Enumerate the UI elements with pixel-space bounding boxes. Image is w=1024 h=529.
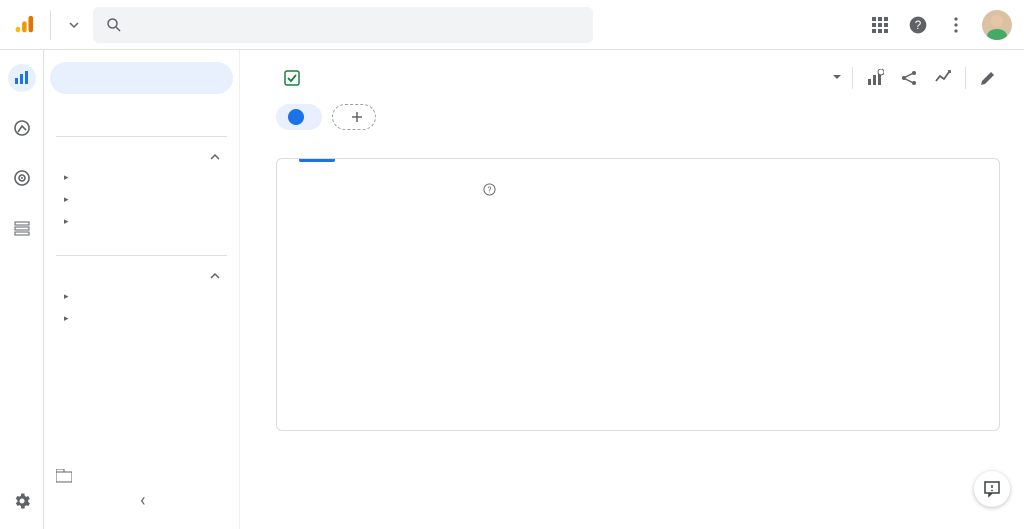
apps-icon[interactable]	[868, 13, 892, 37]
chevron-up-icon	[209, 270, 221, 282]
analytics-logo[interactable]	[12, 14, 34, 36]
collapse-nav-icon[interactable]: ‹	[140, 490, 145, 511]
chart	[299, 212, 977, 412]
chip-all-users[interactable]	[276, 104, 322, 130]
nav-realtime[interactable]	[50, 94, 233, 126]
nav-tech[interactable]: ▸	[50, 308, 233, 330]
insights-icon[interactable]	[931, 66, 955, 90]
header-actions	[822, 66, 1000, 90]
nav-engagement[interactable]: ▸	[50, 189, 233, 211]
search-box[interactable]	[93, 7, 593, 43]
caret-down-icon	[832, 72, 842, 82]
rail-reports-icon[interactable]	[8, 64, 36, 92]
caret-down-icon	[69, 20, 79, 30]
feedback-fab[interactable]	[974, 471, 1010, 507]
triangle-right-icon: ▸	[64, 217, 72, 227]
svg-text:?: ?	[488, 185, 492, 195]
triangle-right-icon: ▸	[64, 195, 72, 205]
plus-icon	[351, 111, 363, 123]
rail-advertising-icon[interactable]	[8, 164, 36, 192]
nav-library[interactable]	[56, 469, 82, 483]
chevron-up-icon	[209, 151, 221, 163]
chip-badge	[288, 109, 304, 125]
edit-pencil-icon[interactable]	[976, 66, 1000, 90]
divider	[56, 255, 227, 256]
customize-report-icon[interactable]	[863, 66, 887, 90]
search-input[interactable]	[123, 16, 581, 34]
divider	[852, 67, 853, 89]
svg-text:?: ?	[915, 19, 922, 32]
nav-panel: ▸ ▸ ▸ ▸ ▸ ‹	[44, 50, 240, 529]
left-rail	[0, 50, 44, 529]
nav-reports-snapshot[interactable]	[50, 62, 233, 94]
verified-icon	[284, 70, 300, 86]
share-icon[interactable]	[897, 66, 921, 90]
triangle-right-icon: ▸	[64, 292, 72, 302]
topbar: ?	[0, 0, 1024, 50]
help-circle-icon[interactable]: ?	[483, 183, 496, 196]
main-header	[276, 66, 1000, 90]
search-icon	[105, 16, 123, 34]
page-title	[276, 70, 300, 86]
line-chart-svg	[299, 212, 939, 412]
active-tab-indicator	[299, 159, 335, 162]
triangle-right-icon: ▸	[64, 314, 72, 324]
date-range-picker[interactable]	[832, 71, 842, 86]
nav-group-user[interactable]	[50, 266, 233, 286]
rail-configure-icon[interactable]	[8, 214, 36, 242]
divider	[56, 136, 227, 137]
more-vert-icon[interactable]	[944, 13, 968, 37]
nav-retention[interactable]	[50, 233, 233, 245]
rail-explore-icon[interactable]	[8, 114, 36, 142]
divider	[965, 67, 966, 89]
library-icon	[56, 469, 72, 483]
main: ?	[240, 50, 1024, 529]
kpi-total-revenue[interactable]: ?	[479, 183, 496, 198]
kpi-row: ?	[299, 183, 977, 198]
nav-demographics[interactable]: ▸	[50, 286, 233, 308]
avatar[interactable]	[982, 10, 1012, 40]
analytics-logo-icon	[12, 14, 34, 36]
nav-group-lifecycle[interactable]	[50, 147, 233, 167]
kpi-label: ?	[479, 183, 496, 196]
feedback-icon	[983, 480, 1001, 498]
triangle-right-icon: ▸	[64, 173, 72, 183]
overview-card: ?	[276, 158, 1000, 431]
nav-acquisition[interactable]: ▸	[50, 167, 233, 189]
topbar-actions: ?	[868, 10, 1012, 40]
chip-add-comparison[interactable]	[332, 104, 376, 130]
comparison-chips	[276, 104, 1000, 130]
divider	[50, 10, 51, 40]
help-icon[interactable]: ?	[906, 13, 930, 37]
nav-monetization[interactable]: ▸	[50, 211, 233, 233]
settings-gear-icon[interactable]	[8, 487, 36, 515]
